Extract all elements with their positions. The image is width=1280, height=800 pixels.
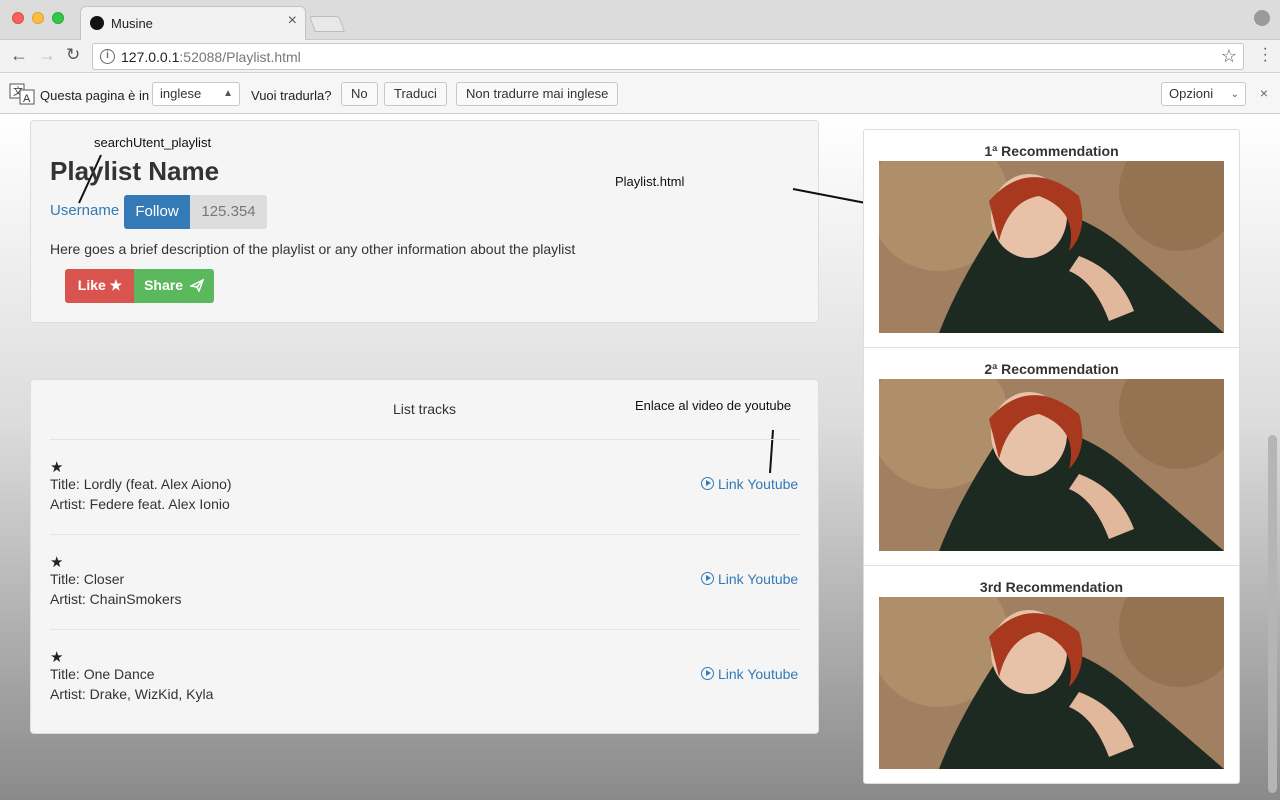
page-content: searchUtent_playlist Playlist Name Playl…: [0, 115, 1280, 800]
share-label: Share: [144, 277, 184, 293]
tab-title: Musine: [111, 16, 153, 31]
recommendation-image[interactable]: [879, 597, 1224, 769]
play-circle-icon: [701, 477, 714, 490]
info-icon[interactable]: i: [100, 49, 115, 64]
recommendation-title: 3rd Recommendation: [979, 579, 1124, 595]
recommendation-image[interactable]: [879, 379, 1224, 551]
never-translate-button[interactable]: Non tradurre mai inglese: [456, 82, 619, 106]
track-title: Title: Lordly (feat. Alex Aiono): [50, 476, 232, 492]
profile-icon[interactable]: [1254, 10, 1270, 26]
track-title: Title: One Dance: [50, 666, 155, 682]
recommendation-title: 2ª Recommendation: [984, 361, 1119, 377]
language-select[interactable]: inglese ▲: [152, 82, 240, 106]
bookmark-star-icon[interactable]: ☆: [1221, 46, 1237, 67]
follow-button[interactable]: Follow: [124, 195, 190, 229]
youtube-link[interactable]: Link Youtube: [701, 476, 798, 492]
address-bar[interactable]: i 127.0.0.1:52088/Playlist.html ☆: [92, 43, 1244, 70]
track-artist: Artist: Federe feat. Alex Ionio: [50, 496, 230, 512]
url-text: 127.0.0.1:52088/Playlist.html: [121, 49, 301, 65]
follower-count: 125.354: [190, 195, 267, 229]
track-star-icon[interactable]: ★: [50, 648, 63, 666]
youtube-link-label: Link Youtube: [718, 476, 799, 492]
paper-plane-icon: [188, 278, 205, 293]
favicon-icon: [90, 16, 104, 30]
username-link[interactable]: Username: [50, 202, 119, 219]
browser-menu-icon[interactable]: · · ·: [1263, 41, 1268, 69]
recommendation-divider: [864, 347, 1239, 348]
youtube-link[interactable]: Link Youtube: [701, 571, 798, 587]
window-minimize-button[interactable]: [32, 12, 44, 24]
tab-close-icon[interactable]: ×: [288, 12, 297, 30]
play-circle-icon: [701, 572, 714, 585]
annotation-youtube: Enlace al video de youtube: [635, 398, 792, 413]
share-button[interactable]: Share: [134, 269, 214, 303]
no-button[interactable]: No: [341, 82, 378, 106]
page-scrollbar[interactable]: [1268, 435, 1277, 793]
youtube-link-label: Link Youtube: [718, 571, 799, 587]
track-divider: [50, 629, 800, 630]
recommendation-image[interactable]: [879, 161, 1224, 333]
track-divider: [50, 439, 800, 440]
translate-question: Vuoi tradurla?: [251, 88, 332, 103]
window-maximize-button[interactable]: [52, 12, 64, 24]
track-artist: Artist: ChainSmokers: [50, 591, 182, 607]
track-star-icon[interactable]: ★: [50, 553, 63, 571]
track-star-icon[interactable]: ★: [50, 458, 63, 476]
close-translate-icon[interactable]: ×: [1260, 85, 1268, 101]
url-host: 127.0.0.1: [121, 49, 180, 65]
recommendation-divider: [864, 565, 1239, 566]
new-tab-button[interactable]: [309, 16, 345, 32]
url-path: :52088/Playlist.html: [179, 49, 301, 65]
options-value: Opzioni: [1169, 86, 1214, 101]
translate-prefix: Questa pagina è in: [40, 88, 150, 103]
svg-text:A: A: [23, 93, 31, 105]
track-title: Title: Closer: [50, 571, 125, 587]
playlist-title: Playlist Name: [50, 156, 220, 186]
reload-icon[interactable]: ↻: [66, 45, 80, 65]
language-value: inglese: [160, 86, 202, 101]
tab-strip: Musine ×: [0, 0, 1280, 40]
youtube-link[interactable]: Link Youtube: [701, 666, 798, 682]
forward-arrow-icon[interactable]: →: [38, 45, 56, 66]
recommendations-panel: 1ª Recommendation 2ª Recommendation 3rd …: [863, 129, 1240, 784]
browser-tab[interactable]: Musine ×: [80, 6, 306, 40]
translate-button[interactable]: Traduci: [384, 82, 447, 106]
window-close-button[interactable]: [12, 12, 24, 24]
like-button[interactable]: Like ★: [65, 269, 135, 303]
translate-icon: 文 A: [9, 83, 35, 105]
annotation-page-file: Playlist.html: [615, 174, 685, 189]
back-arrow-icon[interactable]: ←: [10, 45, 28, 66]
options-select[interactable]: Opzioni ⌄: [1161, 82, 1246, 106]
translate-bar: 文 A Questa pagina è in inglese ▲ Vuoi tr…: [0, 74, 1280, 114]
play-circle-icon: [701, 667, 714, 680]
youtube-link-label: Link Youtube: [718, 666, 799, 682]
playlist-description: Here goes a brief description of the pla…: [50, 241, 576, 257]
track-divider: [50, 534, 800, 535]
track-artist: Artist: Drake, WizKid, Kyla: [50, 686, 214, 702]
recommendation-title: 1ª Recommendation: [984, 143, 1119, 159]
chevron-down-icon: ⌄: [1230, 89, 1239, 100]
browser-toolbar: ← → ↻ i 127.0.0.1:52088/Playlist.html ☆ …: [0, 40, 1280, 73]
tracks-title: List tracks: [393, 401, 457, 417]
annotation-youtube-line: [769, 429, 774, 474]
annotation-search: searchUtent_playlist: [94, 135, 212, 150]
select-arrows-icon: ▲: [223, 88, 233, 99]
